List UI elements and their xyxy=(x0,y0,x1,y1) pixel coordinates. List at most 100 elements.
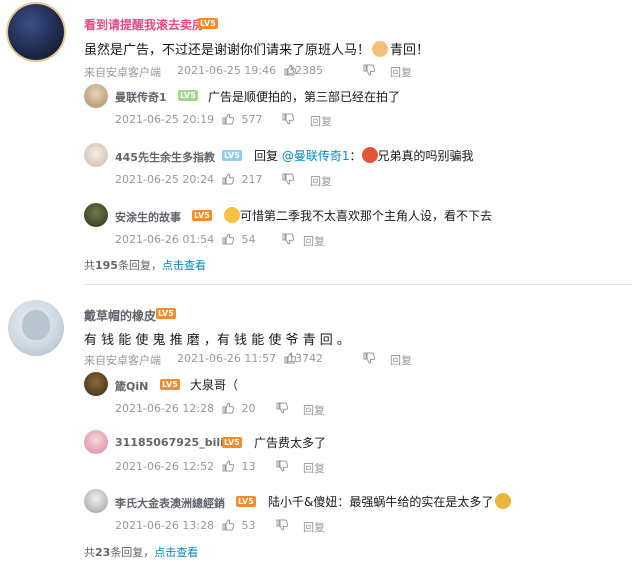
sweat-emoji-icon xyxy=(224,207,240,223)
username[interactable]: 戴草帽的橡皮 xyxy=(84,307,156,324)
thumb-down-icon xyxy=(276,460,289,472)
thumb-up-icon xyxy=(222,402,235,414)
avatar[interactable] xyxy=(8,4,64,60)
view-more-link[interactable]: 点击查看 xyxy=(162,259,206,272)
dislike-button[interactable] xyxy=(276,460,289,473)
like-button[interactable]: 13 xyxy=(222,460,256,473)
dislike-button[interactable] xyxy=(276,519,289,532)
username[interactable]: 看到请提醒我滚去卖房 xyxy=(84,16,204,33)
reply-avatar[interactable] xyxy=(84,84,108,108)
reply-text-body: 兄弟真的吗别骗我 xyxy=(377,149,474,163)
reply-text: 陆小千&傻妞：最强蜗牛给的实在是太多了 xyxy=(268,493,512,510)
reply-timestamp: 2021-06-25 20:24 xyxy=(115,173,215,186)
like-count: 53 xyxy=(241,519,256,532)
like-button[interactable]: 577 xyxy=(222,113,263,126)
reply-timestamp: 2021-06-26 01:54 xyxy=(115,233,215,246)
like-button[interactable]: 13742 xyxy=(284,352,323,365)
level-badge: LV5 xyxy=(222,150,242,161)
reply-button[interactable]: 回复 xyxy=(303,402,325,418)
source-label: 来自安卓客户端 xyxy=(84,66,161,79)
mention-link[interactable]: @曼联传奇1 xyxy=(282,149,350,163)
reply-text: 大泉哥（ xyxy=(190,378,239,392)
reply-avatar[interactable] xyxy=(84,430,108,454)
reply-username[interactable]: 31185067925_bili xyxy=(115,436,224,449)
like-button[interactable]: 32385 xyxy=(284,64,323,77)
comment-text: 虽然是广告，不过还是谢谢你们请来了原班人马！ 青回！ xyxy=(84,39,429,58)
like-count: 54 xyxy=(241,233,256,246)
like-button[interactable]: 20 xyxy=(222,402,256,415)
reply-timestamp: 2021-06-25 20:19 xyxy=(115,113,215,126)
level-badge: LV5 xyxy=(236,496,256,507)
level-badge: LV5 xyxy=(198,18,218,29)
reply-button[interactable]: 回复 xyxy=(303,460,325,476)
avatar[interactable] xyxy=(8,300,64,356)
level-badge: LV5 xyxy=(160,379,180,390)
reply-text-body: 可惜第二季我不太喜欢那个主角人设，看不下去 xyxy=(240,209,493,223)
timestamp: 2021-06-26 11:57 xyxy=(177,352,277,365)
like-button[interactable]: 54 xyxy=(222,233,256,246)
dislike-button[interactable] xyxy=(282,173,295,186)
level-badge: LV5 xyxy=(192,210,212,221)
reply-avatar[interactable] xyxy=(84,203,108,227)
source-label: 来自安卓客户端 xyxy=(84,354,161,367)
level-badge: LV5 xyxy=(156,308,176,319)
thumb-up-icon xyxy=(222,519,235,531)
reply-button[interactable]: 回复 xyxy=(303,519,325,535)
thumb-down-icon xyxy=(363,352,376,364)
timestamp: 2021-06-25 19:46 xyxy=(177,64,277,77)
money-bag-emoji-icon xyxy=(495,493,512,509)
comment-item: 戴草帽的橡皮 LV5 有 钱 能 使 鬼 推 磨 ，有 钱 能 使 爷 青 回 … xyxy=(0,296,632,568)
comment-text-tail: 青回！ xyxy=(390,43,430,58)
reply-username[interactable]: 安涂生的故事 xyxy=(115,209,181,225)
reply-avatar[interactable] xyxy=(84,143,108,167)
reply-prefix: 回复 xyxy=(254,149,279,163)
reply-button[interactable]: 回复 xyxy=(310,113,332,129)
reply-text: 可惜第二季我不太喜欢那个主角人设，看不下去 xyxy=(224,207,492,224)
comment-text-main: 虽然是广告，不过还是谢谢你们请来了原班人马！ xyxy=(84,43,371,58)
reply-text: 广告费太多了 xyxy=(254,436,327,450)
thumb-down-icon xyxy=(276,519,289,531)
thumb-down-icon xyxy=(282,173,295,185)
reply-avatar[interactable] xyxy=(84,372,108,396)
comment-meta: 来自安卓客户端 2021-06-26 11:57 13742 回复 xyxy=(84,352,624,368)
reply-username[interactable]: 箴QiN xyxy=(115,378,148,394)
reply-count: 195 xyxy=(95,259,118,272)
reply-separator: ： xyxy=(349,149,362,163)
thumb-up-icon xyxy=(222,173,235,185)
reply-username[interactable]: 445先生余生多指教 xyxy=(115,149,215,165)
reply-username[interactable]: 曼联传奇1 xyxy=(115,89,167,105)
dislike-button[interactable] xyxy=(282,113,295,126)
thumb-up-icon xyxy=(222,460,235,472)
reply-avatar[interactable] xyxy=(84,489,108,513)
reply-button[interactable]: 回复 xyxy=(390,352,412,368)
thumb-up-icon xyxy=(284,64,297,76)
reply-text: 回复 @曼联传奇1： 兄弟真的吗别骗我 xyxy=(254,147,474,164)
view-more-link[interactable]: 点击查看 xyxy=(154,546,198,559)
thumb-down-icon xyxy=(276,402,289,414)
like-button[interactable]: 217 xyxy=(222,173,263,186)
dislike-button[interactable] xyxy=(282,233,295,246)
angry-emoji-icon xyxy=(361,147,378,163)
divider xyxy=(84,284,632,285)
reply-button[interactable]: 回复 xyxy=(303,233,325,249)
more-suffix: 条回复， xyxy=(117,259,162,272)
comment-meta: 来自安卓客户端 2021-06-25 19:46 32385 回复 xyxy=(84,64,624,80)
reply-text-body: 陆小千&傻妞：最强蜗牛给的实在是太多了 xyxy=(268,495,494,509)
like-count: 20 xyxy=(241,402,256,415)
reply-username[interactable]: 李氏大金表澳洲總經銷 xyxy=(115,495,225,511)
reply-timestamp: 2021-06-26 12:52 xyxy=(115,460,215,473)
more-prefix: 共 xyxy=(84,259,95,272)
reply-count: 23 xyxy=(95,546,111,559)
more-suffix: 条回复， xyxy=(110,546,155,559)
thumb-up-icon xyxy=(284,352,297,364)
reply-button[interactable]: 回复 xyxy=(310,173,332,189)
level-badge: LV5 xyxy=(178,90,198,101)
reply-button[interactable]: 回复 xyxy=(390,64,412,80)
view-more-replies: 共195条回复，点击查看 xyxy=(84,257,206,273)
dislike-button[interactable] xyxy=(276,402,289,415)
comment-item: 看到请提醒我滚去卖房 LV5 虽然是广告，不过还是谢谢你们请来了原班人马！ 青回！… xyxy=(0,0,632,285)
like-button[interactable]: 53 xyxy=(222,519,256,532)
like-count: 217 xyxy=(241,173,263,186)
thumb-up-icon xyxy=(222,233,235,245)
reply-text: 广告是顺便拍的，第三部已经在拍了 xyxy=(208,90,401,104)
